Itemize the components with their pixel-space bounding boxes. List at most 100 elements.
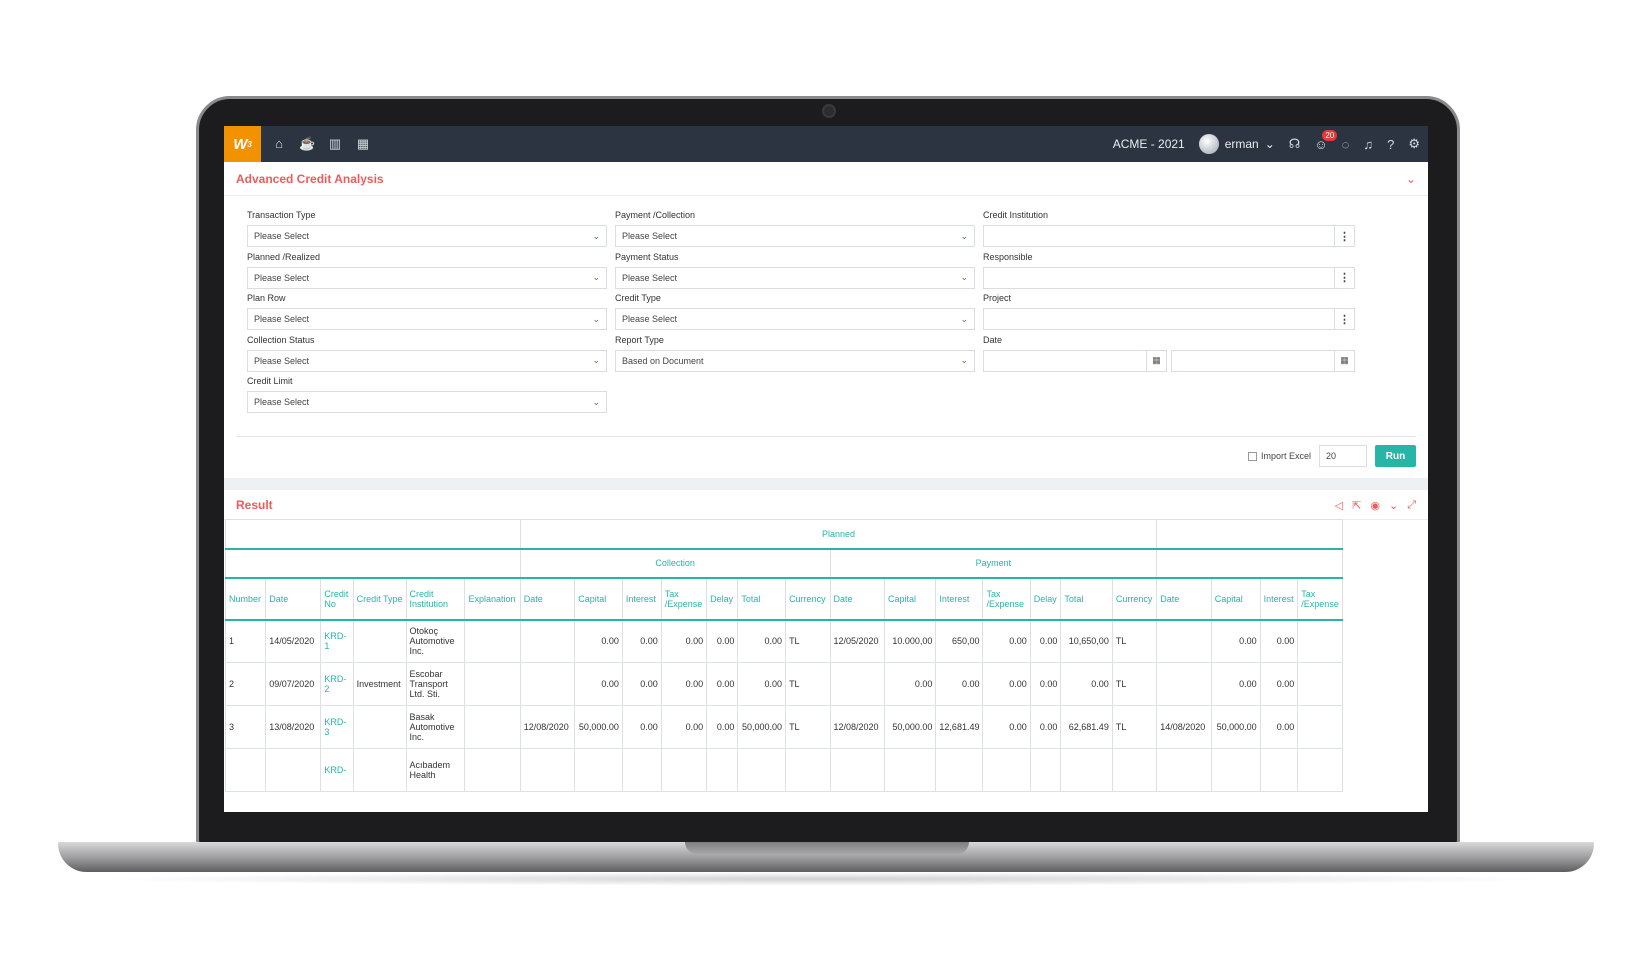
export-icon[interactable]: ⇱ — [1352, 499, 1361, 512]
payment-collection-select[interactable]: Please Select ⌄ — [615, 225, 975, 247]
column-header[interactable]: Delay — [1029, 577, 1062, 621]
user-menu[interactable]: erman ⌄ — [1198, 134, 1275, 154]
filter-panel-header: Advanced Credit Analysis ⌄ — [224, 162, 1428, 196]
date-to-input[interactable]: ▦ — [1171, 349, 1355, 372]
table-cell: 50,000.00 — [574, 705, 623, 749]
logo-sup: 3 — [247, 139, 252, 149]
calendar-icon[interactable]: ▦ — [1146, 350, 1166, 371]
column-header[interactable]: Total — [737, 577, 787, 621]
column-header[interactable]: Date — [265, 577, 322, 621]
collection-status-select[interactable]: Please Select ⌄ — [247, 349, 607, 372]
calendar-icon[interactable]: ▦ — [355, 136, 371, 152]
credit-no-link[interactable]: KRD- — [320, 748, 354, 792]
bell-icon[interactable]: ♫ — [1363, 137, 1373, 152]
more-vertical-icon[interactable]: ⋮ — [1334, 226, 1354, 246]
column-header[interactable]: Interest — [1259, 577, 1299, 621]
import-excel-option[interactable]: Import Excel — [1247, 450, 1311, 462]
column-header[interactable]: Credit Institution — [405, 577, 466, 621]
table-cell: Investment — [352, 662, 407, 706]
plan-row-select[interactable]: Please Select ⌄ — [247, 308, 607, 330]
eye-icon[interactable]: ◉ — [1370, 499, 1380, 512]
calendar-icon[interactable]: ▦ — [1334, 350, 1354, 371]
more-vertical-icon[interactable]: ⋮ — [1334, 309, 1354, 329]
table-cell — [660, 748, 708, 792]
column-header[interactable]: Credit Type — [352, 577, 407, 621]
table-cell: 0.00 — [1029, 619, 1062, 663]
column-header[interactable]: Explanation — [464, 577, 521, 621]
speaker-icon[interactable]: ◁ — [1335, 499, 1343, 512]
page-size-input[interactable]: 20 — [1319, 445, 1367, 467]
table-cell — [464, 705, 521, 749]
date-from-input[interactable]: ▦ — [983, 349, 1167, 372]
filter-form: Transaction Type Please Select ⌄ Payment … — [224, 196, 1428, 418]
column-header[interactable]: Currency — [785, 577, 831, 621]
credit-no-link[interactable]: KRD-1 — [320, 619, 354, 663]
planned-realized-select[interactable]: Please Select ⌄ — [247, 266, 607, 289]
import-excel-checkbox[interactable] — [1247, 452, 1257, 462]
gear-icon[interactable]: ⚙ — [1408, 136, 1420, 152]
column-header[interactable]: Date — [519, 577, 576, 621]
column-header[interactable]: Capital — [574, 577, 623, 621]
column-header[interactable]: Tax /Expense — [982, 577, 1031, 621]
headset-icon[interactable]: ☊ — [1289, 136, 1301, 152]
select-value: Please Select — [622, 272, 678, 283]
column-header[interactable]: Tax /Expense — [660, 577, 708, 621]
column-header[interactable]: Date — [1156, 577, 1212, 621]
chevron-down-icon: ⌄ — [960, 272, 968, 282]
smiley-icon[interactable]: ☺ 20 — [1314, 129, 1338, 152]
column-header[interactable]: Delay — [706, 577, 739, 621]
more-vertical-icon[interactable]: ⋮ — [1334, 267, 1354, 288]
run-button[interactable]: Run — [1375, 445, 1416, 467]
credit-no-link[interactable]: KRD-2 — [320, 662, 354, 706]
column-header[interactable]: Credit No — [320, 577, 354, 621]
notification-badge: 20 — [1322, 129, 1338, 141]
payment-status-select[interactable]: Please Select ⌄ — [615, 266, 975, 289]
date-from-value[interactable] — [984, 351, 1146, 371]
table-cell — [225, 748, 267, 792]
home-icon[interactable]: ⌂ — [271, 136, 287, 152]
transaction-type-select[interactable]: Please Select ⌄ — [247, 225, 607, 247]
column-header[interactable]: Total — [1060, 577, 1113, 621]
column-header[interactable]: Capital — [1210, 577, 1261, 621]
credit-type-select[interactable]: Please Select ⌄ — [615, 308, 975, 330]
table-cell — [464, 748, 521, 792]
select-value: Please Select — [254, 272, 310, 283]
report-type-select[interactable]: Based on Document ⌄ — [615, 349, 975, 372]
chevron-down-icon: ⌄ — [592, 313, 600, 324]
column-header[interactable]: Date — [829, 577, 886, 621]
field-label: Payment /Collection — [615, 210, 696, 220]
lookup-input[interactable] — [984, 309, 1334, 329]
column-header[interactable]: Capital — [884, 577, 937, 621]
coffee-icon[interactable]: ☕ — [299, 136, 315, 152]
credit-no-link[interactable]: KRD-3 — [320, 705, 354, 749]
import-excel-label: Import Excel — [1260, 450, 1311, 461]
bar-chart-icon[interactable]: ▥ — [327, 136, 343, 152]
lookup-input[interactable] — [984, 268, 1334, 288]
field-label: Payment Status — [615, 251, 679, 262]
date-to-value[interactable] — [1172, 351, 1334, 371]
table-cell — [1210, 748, 1261, 792]
table-row[interactable]: 2 09/07/2020 KRD-2 Investment Escobar Transp… — [225, 662, 1343, 706]
project-lookup[interactable]: ⋮ — [983, 308, 1355, 330]
column-header[interactable]: Interest — [621, 577, 662, 621]
credit-limit-select[interactable]: Please Select ⌄ — [247, 391, 607, 413]
company-selector[interactable]: ACME - 2021 — [1113, 137, 1185, 151]
responsible-lookup[interactable]: ⋮ — [983, 266, 1355, 289]
chat-icon[interactable]: ◌ — [1342, 137, 1350, 152]
app-logo[interactable]: W3 — [224, 126, 261, 162]
table-row[interactable]: 3 13/08/2020 KRD-3 Basak Automotive Inc. 12/… — [225, 705, 1343, 749]
chevron-down-icon[interactable]: ⌄ — [1389, 499, 1398, 512]
lookup-input[interactable] — [984, 226, 1334, 246]
column-header[interactable]: Number — [225, 577, 267, 621]
help-icon[interactable]: ? — [1387, 137, 1394, 152]
column-header[interactable]: Tax /Expense — [1297, 577, 1343, 621]
credit-institution-lookup[interactable]: ⋮ — [983, 225, 1355, 247]
table-cell — [352, 705, 407, 749]
table-cell: 650,00 — [935, 619, 984, 663]
collapse-chevron-icon[interactable]: ⌄ — [1406, 172, 1416, 186]
table-row[interactable]: KRD- Acıbadem Health — [225, 748, 1343, 792]
expand-icon[interactable]: ⤢ — [1407, 499, 1416, 512]
column-header[interactable]: Interest — [935, 577, 984, 621]
table-row[interactable]: 1 14/05/2020 KRD-1 Otokoç Automotive Inc. 0.… — [225, 619, 1343, 663]
column-header[interactable]: Currency — [1111, 577, 1158, 621]
